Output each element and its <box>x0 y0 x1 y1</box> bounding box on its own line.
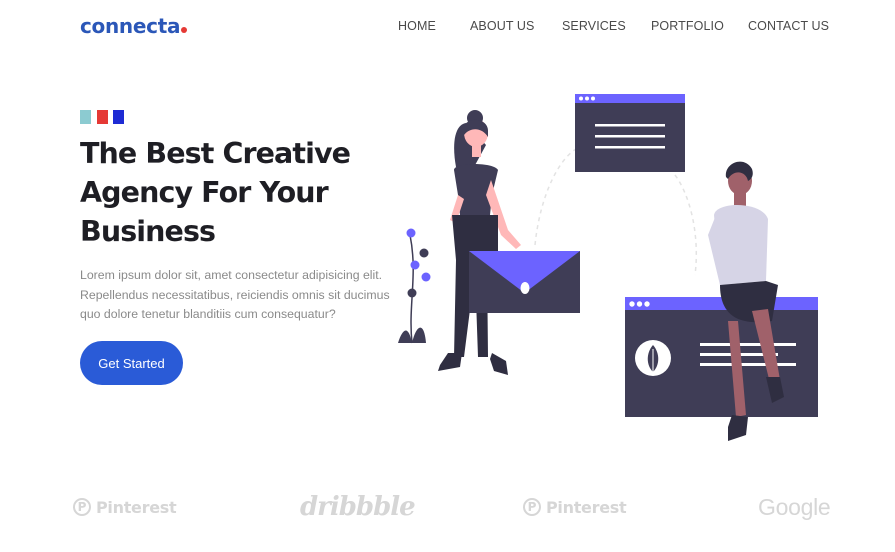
partner-dribbble: dribbble <box>300 490 416 524</box>
brand-name: connecta <box>80 14 181 38</box>
browser-window-bottom <box>625 297 818 417</box>
nav-contact-link[interactable]: CONTACT US <box>748 19 829 33</box>
woman-figure <box>438 110 521 375</box>
hero-description-line: Lorem ipsum dolor sit, amet consectetur … <box>80 268 383 282</box>
get-started-button[interactable]: Get Started <box>80 341 183 385</box>
nav-services-link[interactable]: SERVICES <box>562 19 626 33</box>
hero-description-line: Repellendus necessitatibus, reiciendis o… <box>80 287 390 302</box>
hero-title-line: Agency For Your <box>80 176 329 209</box>
partner-pinterest-2: P Pinterest <box>523 490 627 524</box>
nav-home-link[interactable]: HOME <box>398 19 436 33</box>
partner-google: Google <box>758 490 831 524</box>
nav-portfolio-link[interactable]: PORTFOLIO <box>651 19 724 33</box>
hero-title: The Best Creative Agency For Your Busine… <box>80 134 380 251</box>
hero-description-line: quo dolore tenetur blanditiis cum conseq… <box>80 307 336 321</box>
swatch-teal <box>80 110 91 124</box>
google-logo: Google <box>758 493 831 520</box>
swatch-blue <box>113 110 124 124</box>
dribbble-logo: dribbble <box>300 492 416 522</box>
envelope <box>469 251 580 313</box>
swatch-red <box>97 110 108 124</box>
logo-dot-icon <box>181 27 188 33</box>
top-navbar: connecta HOME ABOUT US SERVICES PORTFOLI… <box>0 0 895 56</box>
partner-name: Pinterest <box>96 497 177 517</box>
plant <box>398 228 431 344</box>
browser-window-top <box>575 94 685 172</box>
partner-name: Pinterest <box>546 497 627 517</box>
nav-about-link[interactable]: ABOUT US <box>470 19 534 33</box>
hero-description: Lorem ipsum dolor sit, amet consectetur … <box>80 266 390 325</box>
pinterest-icon: P <box>523 498 541 516</box>
hero-illustration <box>398 94 818 441</box>
hero-title-line: The Best Creative <box>80 137 351 170</box>
brand-logo[interactable]: connecta <box>80 14 188 38</box>
hero-title-line: Business <box>80 215 216 248</box>
pinterest-icon: P <box>73 498 91 516</box>
partner-pinterest-1: P Pinterest <box>73 490 177 524</box>
